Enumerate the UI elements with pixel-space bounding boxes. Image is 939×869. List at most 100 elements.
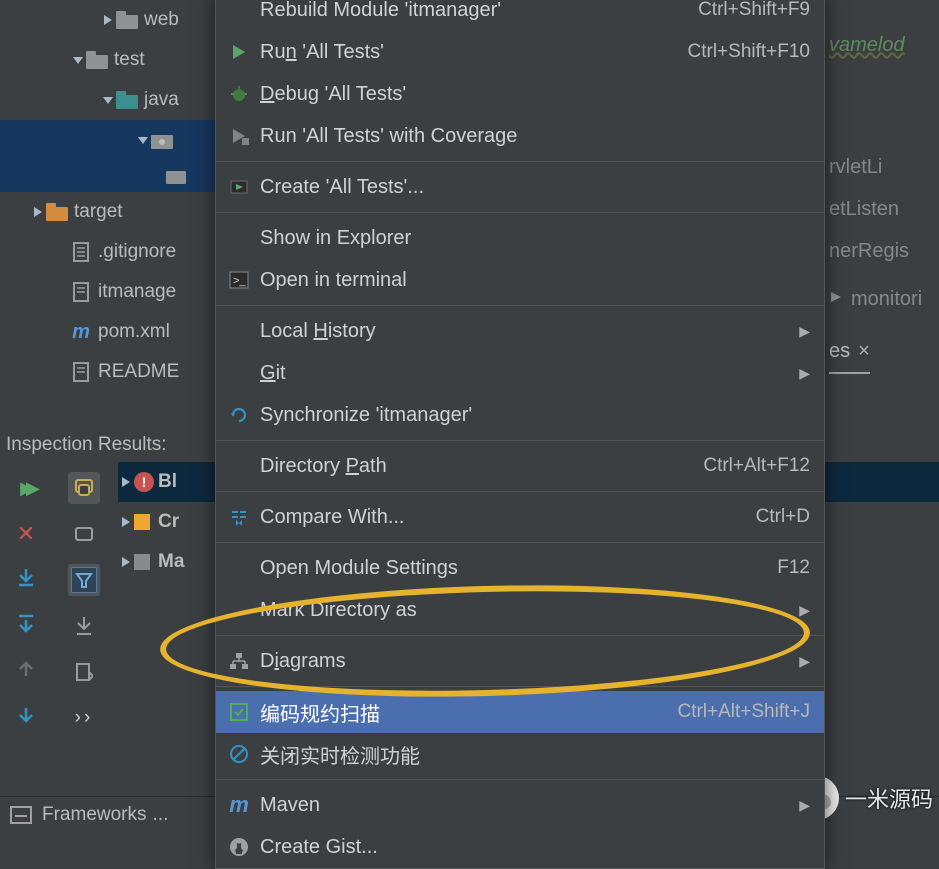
menu-diagrams[interactable]: Diagrams ▶ xyxy=(216,640,824,682)
chevron-right-icon xyxy=(118,554,134,570)
submenu-arrow-icon: ▶ xyxy=(799,365,810,382)
menu-module-settings[interactable]: Open Module Settings F12 xyxy=(216,547,824,589)
inspection-label: Cr xyxy=(158,511,179,533)
package-icon xyxy=(151,129,173,151)
tool-window-tab[interactable]: es × xyxy=(829,330,870,374)
editor-text: etListen xyxy=(829,188,939,230)
diagram-icon xyxy=(226,652,252,670)
collapse-down-button[interactable] xyxy=(10,610,42,642)
menu-shortcut: Ctrl+Shift+F9 xyxy=(698,0,810,21)
inspection-label: Bl xyxy=(158,471,177,493)
menu-mark-directory[interactable]: Mark Directory as ▶ xyxy=(216,589,824,631)
rerun-button[interactable]: ▶▶ xyxy=(10,472,42,504)
arrow-down-to-line-icon xyxy=(16,567,36,593)
menu-close-realtime[interactable]: 关闭实时检测功能 xyxy=(216,733,824,775)
tree-label: README xyxy=(98,361,179,383)
menu-shortcut: Ctrl+Shift+F10 xyxy=(688,41,811,63)
menu-rebuild[interactable]: Rebuild Module 'itmanager' Ctrl+Shift+F9 xyxy=(216,0,824,31)
prev-button[interactable] xyxy=(10,656,42,688)
menu-label: Synchronize 'itmanager' xyxy=(260,404,810,427)
arrow-up-icon xyxy=(17,660,35,684)
menu-shortcut: F12 xyxy=(777,557,810,579)
tree-item-target[interactable]: target xyxy=(0,192,220,232)
editor-text: vamelod xyxy=(829,24,939,66)
submenu-arrow-icon: ▶ xyxy=(799,323,810,340)
more-button[interactable]: ›› xyxy=(68,702,100,734)
menu-label: Mark Directory as xyxy=(260,599,799,622)
group-by-button[interactable] xyxy=(68,472,100,504)
ellipsis-icon: ›› xyxy=(75,707,94,729)
list-icon xyxy=(73,523,95,545)
file-export-icon xyxy=(75,662,93,682)
tree-item-test[interactable]: test xyxy=(0,40,220,80)
flat-view-button[interactable] xyxy=(68,518,100,550)
menu-directory-path[interactable]: Directory Path Ctrl+Alt+F12 xyxy=(216,445,824,487)
coverage-icon xyxy=(226,126,252,146)
filter-button[interactable] xyxy=(68,564,100,596)
tree-item-web[interactable]: web xyxy=(0,0,220,40)
arrow-bar-down-icon xyxy=(16,613,36,639)
maven-file-icon: m xyxy=(70,321,92,343)
x-icon: ✕ xyxy=(17,521,35,547)
run-config-icon xyxy=(226,177,252,197)
arrow-down-to-line-icon xyxy=(75,616,93,636)
menu-label: Show in Explorer xyxy=(260,227,810,250)
maven-icon: m xyxy=(226,792,252,818)
menu-separator xyxy=(216,542,824,543)
tree-item-pom[interactable]: m pom.xml xyxy=(0,312,220,352)
menu-label: Debug 'All Tests' xyxy=(260,83,810,106)
menu-code-scan[interactable]: 编码规约扫描 Ctrl+Alt+Shift+J xyxy=(216,691,824,733)
chevron-down-icon xyxy=(135,132,151,148)
tree-label: test xyxy=(114,49,145,71)
menu-terminal[interactable]: >_ Open in terminal xyxy=(216,259,824,301)
menu-create[interactable]: Create 'All Tests'... xyxy=(216,166,824,208)
scan-icon xyxy=(226,702,252,722)
package-icon xyxy=(165,165,187,187)
menu-explorer[interactable]: Show in Explorer xyxy=(216,217,824,259)
menu-debug[interactable]: Debug 'All Tests' xyxy=(216,73,824,115)
menu-git[interactable]: Git ▶ xyxy=(216,352,824,394)
project-tree[interactable]: web test java target .gitignore itmanage… xyxy=(0,0,220,392)
menu-label: 编码规约扫描 xyxy=(260,698,677,727)
next-button[interactable] xyxy=(10,702,42,734)
editor-text: nerRegis xyxy=(829,230,939,272)
menu-synchronize[interactable]: Synchronize 'itmanager' xyxy=(216,394,824,436)
file-icon xyxy=(70,361,92,383)
close-icon[interactable]: × xyxy=(858,330,870,372)
menu-separator xyxy=(216,440,824,441)
menu-run[interactable]: Run 'All Tests' Ctrl+Shift+F10 xyxy=(216,31,824,73)
inspection-results-header: Inspection Results: xyxy=(0,428,167,462)
folder-icon xyxy=(116,9,138,31)
menu-label: Run 'All Tests' with Coverage xyxy=(260,125,810,148)
menu-compare[interactable]: Compare With... Ctrl+D xyxy=(216,496,824,538)
editor-fragment: vamelod rvletLi etListen nerRegis monito… xyxy=(829,24,939,374)
tree-item-subpackage[interactable] xyxy=(0,160,220,192)
play-icon xyxy=(226,43,252,61)
tree-item-package[interactable] xyxy=(0,120,220,160)
tree-item-itmanager[interactable]: itmanage xyxy=(0,272,220,312)
svg-text:>_: >_ xyxy=(233,275,246,287)
tree-item-readme[interactable]: README xyxy=(0,352,220,392)
menu-label: Compare With... xyxy=(260,506,756,529)
menu-label: Git xyxy=(260,362,799,385)
submenu-arrow-icon: ▶ xyxy=(799,602,810,619)
tree-item-gitignore[interactable]: .gitignore xyxy=(0,232,220,272)
chevron-right-icon xyxy=(100,12,116,28)
source-folder-icon xyxy=(116,89,138,111)
menu-separator xyxy=(216,161,824,162)
frameworks-label: Frameworks xyxy=(42,804,147,826)
layers-icon xyxy=(73,477,95,499)
export-button[interactable] xyxy=(68,656,100,688)
tree-item-java[interactable]: java xyxy=(0,80,220,120)
menu-maven[interactable]: m Maven ▶ xyxy=(216,784,824,826)
error-icon: ! xyxy=(134,472,154,492)
export-down-button[interactable] xyxy=(68,610,100,642)
menu-label: Local History xyxy=(260,320,799,343)
expand-down-button[interactable] xyxy=(10,564,42,596)
menu-coverage[interactable]: Run 'All Tests' with Coverage xyxy=(216,115,824,157)
menu-separator xyxy=(216,686,824,687)
tree-label: pom.xml xyxy=(98,321,170,343)
menu-local-history[interactable]: Local History ▶ xyxy=(216,310,824,352)
menu-create-gist[interactable]: Create Gist... xyxy=(216,826,824,868)
close-button[interactable]: ✕ xyxy=(10,518,42,550)
